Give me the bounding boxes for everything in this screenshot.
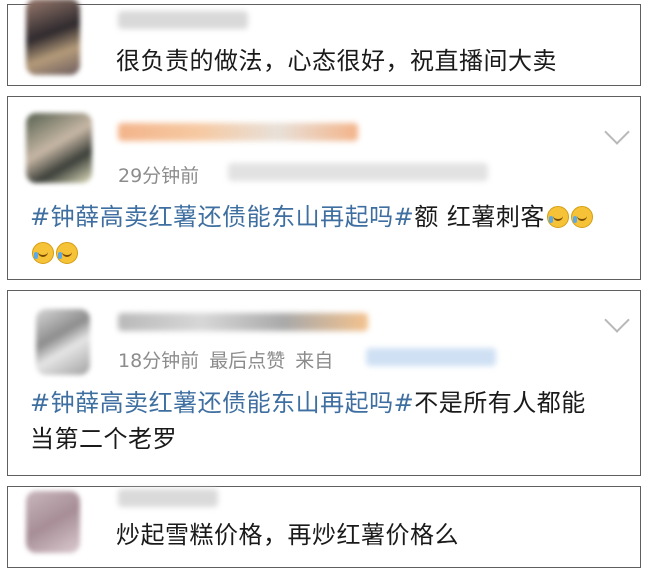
username-blurred[interactable] [118,313,368,331]
source-label: 来自 [295,350,334,372]
avatar[interactable] [26,491,80,553]
comment-body-line2: 当第二个老罗 [30,425,177,453]
comment-text: 不是所有人都能 [414,389,586,417]
comment-meta: 29分钟前 [118,161,209,188]
comment-text: 额 红薯刺客 [414,203,545,231]
crying-laughing-emoji [546,206,569,228]
comment-card-2[interactable]: 29分钟前 #钟薛高卖红薯还债能东山再起吗#额 红薯刺客 [7,96,641,280]
comment-meta: 18分钟前 最后点赞 来自 [118,346,343,373]
chevron-down-icon[interactable] [604,119,630,145]
comment-card-3[interactable]: 18分钟前 最后点赞 来自 #钟薛高卖红薯还债能东山再起吗#不是所有人都能 当第二个… [7,290,641,476]
comment-card-1[interactable]: 很负责的做法，心态很好，祝直播间大卖 [7,0,641,86]
comment-card-4[interactable]: 炒起雪糕价格，再炒红薯价格么 [7,486,641,568]
username-blurred[interactable] [118,489,218,507]
comment-time: 29分钟前 [118,165,200,187]
avatar[interactable] [26,0,80,75]
chevron-down-icon[interactable] [604,307,630,333]
comment-text: 很负责的做法，心态很好，祝直播间大卖 [116,47,557,75]
username-blurred[interactable] [118,11,248,29]
hashtag-link[interactable]: #钟薛高卖红薯还债能东山再起吗# [30,389,414,417]
crying-laughing-emoji [570,206,593,228]
crying-laughing-emoji [56,242,78,264]
crying-laughing-emoji [32,242,54,264]
username-blurred[interactable] [118,123,358,141]
comment-text: 炒起雪糕价格，再炒红薯价格么 [116,521,459,549]
source-blurred[interactable] [366,348,496,366]
comment-body: #钟薛高卖红薯还债能东山再起吗#不是所有人都能 [30,383,586,423]
source-blurred [228,163,488,181]
comment-body-line2 [30,233,78,273]
hashtag-link[interactable]: #钟薛高卖红薯还债能东山再起吗# [30,203,414,231]
last-liked: 最后点赞 [209,350,286,372]
comment-time: 18分钟前 [118,350,200,372]
avatar[interactable] [26,113,92,183]
avatar[interactable] [36,309,90,375]
comment-body: #钟薛高卖红薯还债能东山再起吗#额 红薯刺客 [30,197,593,237]
